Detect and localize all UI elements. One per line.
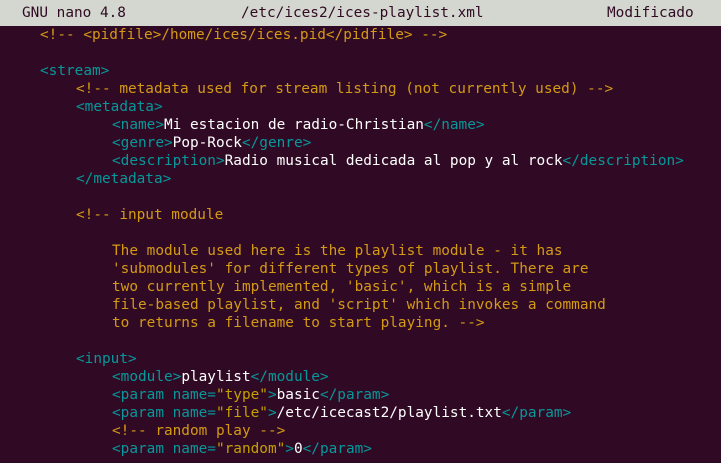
xml-tag: </genre>: [241, 135, 312, 151]
xml-tag: <param name=: [112, 387, 216, 403]
xml-tag: </description>: [562, 153, 684, 169]
xml-tag: >: [267, 387, 277, 403]
code-line[interactable]: <metadata>: [76, 98, 163, 116]
code-line[interactable]: 'submodules' for different types of play…: [112, 260, 589, 278]
xml-tag: </param>: [302, 441, 372, 457]
attribute-value: "file": [215, 405, 268, 421]
xml-tag: <input>: [76, 351, 137, 367]
xml-tag: >: [285, 441, 294, 457]
code-line[interactable]: <!-- <pidfile>/home/ices/ices.pid</pidfi…: [40, 26, 447, 44]
code-line[interactable]: <!-- input module: [76, 206, 223, 224]
code-line[interactable]: <param name="type">basic</param>: [112, 386, 389, 404]
comment-text: The module used here is the playlist mod…: [112, 243, 563, 259]
xml-tag: <stream>: [40, 63, 110, 79]
code-line[interactable]: file-based playlist, and 'script' which …: [112, 296, 606, 314]
element-text: Mi estacion de radio-Christian: [163, 117, 424, 133]
code-line[interactable]: <!-- random play -->: [112, 422, 285, 440]
xml-tag: <param name=: [112, 441, 216, 457]
modified-status-label: Modificado: [607, 5, 694, 21]
xml-tag: </param>: [319, 387, 390, 403]
code-line[interactable]: <stream>: [40, 62, 109, 80]
comment-text: <!-- metadata used for stream listing (n…: [76, 81, 614, 97]
code-line[interactable]: <input>: [76, 350, 137, 368]
nano-title-bar: GNU nano 4.8 /etc/ices2/ices-playlist.xm…: [0, 0, 721, 26]
xml-tag: <param name=: [112, 405, 216, 421]
code-line[interactable]: <genre>Pop-Rock</genre>: [112, 134, 311, 152]
xml-tag: </module>: [250, 369, 329, 385]
code-line[interactable]: two currently implemented, 'basic', whic…: [112, 278, 571, 296]
code-line[interactable]: to returns a filename to start playing. …: [112, 314, 485, 332]
app-version-label: GNU nano 4.8: [22, 5, 126, 21]
code-line[interactable]: <description>Radio musical dedicada al p…: [112, 152, 684, 170]
file-path-label: /etc/ices2/ices-playlist.xml: [241, 5, 484, 21]
attribute-value: "type": [215, 387, 268, 403]
xml-tag: <description>: [112, 153, 225, 169]
element-text: 0: [293, 441, 303, 457]
comment-text: two currently implemented, 'basic', whic…: [112, 279, 572, 295]
code-line[interactable]: The module used here is the playlist mod…: [112, 242, 563, 260]
xml-tag: </metadata>: [76, 171, 172, 187]
code-line[interactable]: <name>Mi estacion de radio-Christian</na…: [112, 116, 485, 134]
element-text: Pop-Rock: [172, 135, 242, 151]
code-line[interactable]: <module>playlist</module>: [112, 368, 329, 386]
xml-tag: <module>: [112, 369, 182, 385]
xml-tag: <genre>: [112, 135, 173, 151]
code-line[interactable]: </metadata>: [76, 170, 171, 188]
comment-text: to returns a filename to start playing. …: [112, 315, 485, 331]
comment-text: <!-- random play -->: [112, 423, 286, 439]
code-line[interactable]: <!-- metadata used for stream listing (n…: [76, 80, 613, 98]
code-line[interactable]: <param name="file">/etc/icecast2/playlis…: [112, 404, 571, 422]
attribute-value: "random": [215, 441, 286, 457]
element-text: playlist: [181, 369, 251, 385]
code-line[interactable]: <param name="random">0</param>: [112, 440, 372, 458]
xml-tag: <name>: [112, 117, 164, 133]
comment-text: file-based playlist, and 'script' which …: [112, 297, 606, 313]
editor-text-area[interactable]: <!-- <pidfile>/home/ices/ices.pid</pidfi…: [0, 26, 721, 463]
element-text: Radio musical dedicada al pop y al rock: [224, 153, 563, 169]
xml-tag: </name>: [423, 117, 485, 133]
comment-text: <!-- <pidfile>/home/ices/ices.pid</pidfi…: [40, 27, 448, 43]
comment-text: <!-- input module: [76, 207, 224, 223]
element-text: basic: [276, 387, 320, 403]
xml-tag: <metadata>: [76, 99, 163, 115]
xml-tag: >: [267, 405, 277, 421]
comment-text: 'submodules' for different types of play…: [112, 261, 589, 277]
element-text: /etc/icecast2/playlist.txt: [276, 405, 502, 421]
xml-tag: </param>: [501, 405, 572, 421]
